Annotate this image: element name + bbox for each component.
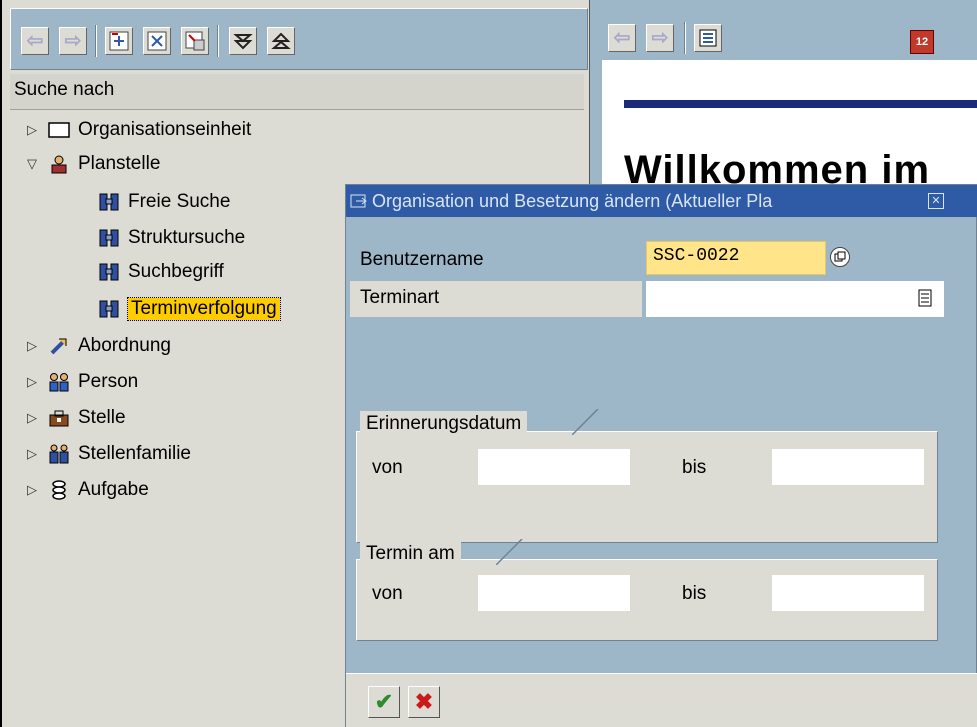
terminart-field[interactable]: [646, 281, 944, 317]
checkmark-icon: ✔: [374, 689, 394, 714]
benutzername-label: Benutzername: [360, 249, 484, 270]
erinnerung-bis-label: bis: [682, 457, 707, 478]
confirm-button[interactable]: ✔: [368, 686, 400, 718]
tree-item-label: Suchbegriff: [128, 261, 224, 282]
task-icon: [48, 479, 70, 501]
toolbar-separator: [95, 25, 97, 57]
tree-item-person[interactable]: ▷ Person: [24, 366, 138, 398]
collapse-triangle-icon[interactable]: ▽: [24, 156, 40, 172]
org-unit-icon: [48, 119, 70, 141]
dialog-window-icon: [350, 194, 367, 208]
erinnerungsdatum-title: Erinnerungsdatum: [360, 411, 528, 437]
binoculars-icon: [98, 191, 120, 213]
tree-expand-icon: [109, 31, 129, 51]
layout-button[interactable]: [694, 24, 722, 52]
move-down-button[interactable]: [229, 27, 257, 55]
tree-item-stelle[interactable]: ▷ Stelle: [24, 402, 126, 434]
arrow-right-icon: ⇨: [64, 30, 82, 52]
persons-icon: [48, 371, 70, 393]
dialog-title: Organisation und Besetzung ändern (Aktue…: [372, 190, 773, 211]
dialog-footer: ✔ ✖: [346, 673, 977, 727]
tree-item-planstelle[interactable]: ▽ Planstelle: [24, 148, 160, 180]
tree-item-struktursuche[interactable]: Struktursuche: [98, 222, 245, 254]
forward-button[interactable]: ⇨: [646, 24, 674, 52]
select-all-button[interactable]: [181, 27, 209, 55]
tree-item-label-selected: Terminverfolgung: [127, 297, 281, 321]
termin-am-title: Termin am: [360, 541, 461, 567]
calendar-number: 12: [915, 36, 929, 48]
tree-item-suchbegriff[interactable]: Suchbegriff: [98, 256, 224, 288]
assignment-icon: [48, 335, 70, 357]
binoculars-icon: [98, 227, 120, 249]
toolbar-separator: [217, 25, 219, 57]
group-tab-edge: [496, 539, 523, 565]
terminart-label: Terminart: [360, 287, 440, 308]
termin-bis-label: bis: [682, 583, 707, 604]
tree-item-abordnung[interactable]: ▷ Abordnung: [24, 330, 171, 362]
erinnerung-von-input[interactable]: [478, 449, 630, 485]
tree-node-icon: [147, 31, 167, 51]
arrow-left-icon: ⇦: [613, 27, 631, 49]
double-chevron-down-icon: [233, 34, 253, 50]
double-chevron-up-icon: [271, 32, 291, 49]
expand-triangle-icon[interactable]: ▷: [24, 410, 40, 426]
binoculars-icon: [98, 298, 120, 320]
cross-icon: ✖: [414, 689, 434, 714]
position-icon: [48, 153, 70, 175]
erinnerung-bis-input[interactable]: [772, 449, 924, 485]
tree-item-label: Abordnung: [78, 335, 171, 356]
tree-item-label: Aufgabe: [78, 479, 149, 500]
tree-item-label: Organisationseinheit: [78, 119, 252, 140]
job-family-icon: [48, 443, 70, 465]
calendar-icon[interactable]: 12: [910, 30, 934, 54]
tree-item-organisationseinheit[interactable]: ▷ Organisationseinheit: [24, 114, 251, 146]
termin-von-input[interactable]: [478, 575, 630, 611]
tree-item-terminverfolgung[interactable]: Terminverfolgung: [98, 293, 281, 325]
arrow-right-icon: ⇨: [651, 27, 669, 49]
tree-item-label: Struktursuche: [128, 227, 246, 248]
forward-button[interactable]: ⇨: [59, 27, 87, 55]
value-help-icon[interactable]: [918, 289, 932, 307]
back-button[interactable]: ⇦: [608, 24, 636, 52]
expand-all-button[interactable]: [105, 27, 133, 55]
tree-select-icon: [185, 31, 205, 51]
move-up-button[interactable]: [267, 27, 295, 55]
toolbar-separator: [684, 22, 686, 54]
dialog-titlebar: Organisation und Besetzung ändern (Aktue…: [346, 185, 977, 217]
tree-item-label: Freie Suche: [128, 191, 231, 212]
tree-item-stellenfamilie[interactable]: ▷ Stellenfamilie: [24, 438, 191, 470]
tree-item-label: Stelle: [78, 407, 126, 428]
erinnerung-von-label: von: [372, 457, 403, 478]
multiple-selection-icon[interactable]: [830, 247, 850, 267]
welcome-divider: [624, 100, 977, 108]
expand-triangle-icon[interactable]: ▷: [24, 122, 40, 138]
group-tab-edge: [572, 409, 599, 435]
tree-item-label: Planstelle: [78, 153, 161, 174]
tree-item-label: Stellenfamilie: [78, 443, 191, 464]
cancel-button[interactable]: ✖: [408, 686, 440, 718]
tree-item-label: Person: [78, 371, 139, 392]
tree-item-freie-suche[interactable]: Freie Suche: [98, 186, 230, 218]
expand-triangle-icon[interactable]: ▷: [24, 374, 40, 390]
job-icon: [48, 407, 70, 429]
termin-von-label: von: [372, 583, 403, 604]
collapse-button[interactable]: [143, 27, 171, 55]
expand-triangle-icon[interactable]: ▷: [24, 338, 40, 354]
arrow-left-icon: ⇦: [26, 30, 44, 52]
expand-triangle-icon[interactable]: ▷: [24, 482, 40, 498]
list-layout-icon: [699, 29, 717, 47]
search-dialog: Organisation und Besetzung ändern (Aktue…: [345, 184, 977, 727]
close-icon[interactable]: ✕: [928, 193, 944, 209]
back-button[interactable]: ⇦: [21, 27, 49, 55]
expand-triangle-icon[interactable]: ▷: [24, 446, 40, 462]
erinnerungsdatum-group: [356, 431, 938, 543]
binoculars-icon: [98, 261, 120, 283]
benutzername-field[interactable]: SSC-0022: [646, 241, 826, 275]
search-header: Suche nach: [10, 74, 584, 110]
tree-item-aufgabe[interactable]: ▷ Aufgabe: [24, 474, 149, 506]
termin-bis-input[interactable]: [772, 575, 924, 611]
left-toolbar: ⇦ ⇨: [10, 8, 588, 70]
